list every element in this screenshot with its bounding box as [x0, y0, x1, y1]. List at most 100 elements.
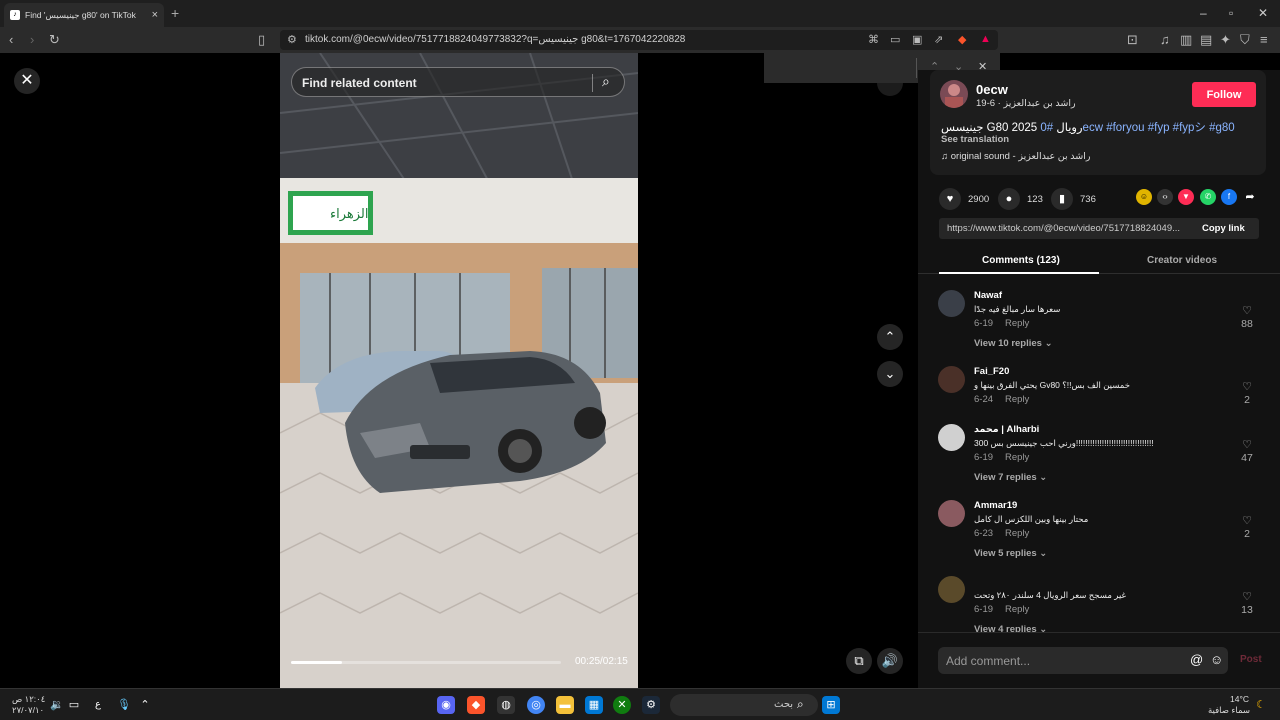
- site-info-icon[interactable]: ⚙: [287, 33, 297, 46]
- app-icon[interactable]: ◍: [497, 696, 515, 714]
- picture-in-picture-icon[interactable]: ⧉: [846, 648, 872, 674]
- comment-heart-icon[interactable]: ♡: [1238, 304, 1256, 317]
- copy-link-button[interactable]: Copy link: [1202, 223, 1245, 234]
- reply-button[interactable]: Reply: [1005, 452, 1029, 463]
- video-player[interactable]: الزهراء ⌕ 00:25/02:15: [280, 53, 638, 688]
- volume-icon[interactable]: 🔊: [877, 648, 903, 674]
- commenter-avatar[interactable]: [938, 366, 965, 393]
- new-tab-icon[interactable]: +: [171, 5, 179, 21]
- video-link[interactable]: https://www.tiktok.com/@0ecw/video/75177…: [947, 223, 1191, 234]
- leo-ai-icon[interactable]: ✦: [1220, 32, 1231, 48]
- reply-button[interactable]: Reply: [1005, 528, 1029, 539]
- search-icon[interactable]: ⌕: [602, 73, 610, 90]
- vpn-icon[interactable]: ⛉: [1240, 32, 1250, 48]
- window-close-icon[interactable]: ✕: [1258, 6, 1268, 20]
- reply-button[interactable]: Reply: [1005, 318, 1029, 329]
- show-hidden-icons-icon[interactable]: ⌃: [136, 696, 154, 714]
- commenter-name[interactable]: Nawaf: [974, 290, 1002, 301]
- see-translation-link[interactable]: See translation: [941, 134, 1009, 145]
- follow-button[interactable]: Follow: [1192, 82, 1256, 107]
- whatsapp-icon[interactable]: ✆: [1200, 189, 1216, 205]
- reply-button[interactable]: Reply: [1005, 604, 1029, 615]
- music-title[interactable]: original sound - راشد بن عبدالعزيز: [951, 151, 1091, 162]
- comment-heart-icon[interactable]: ♡: [1238, 514, 1256, 527]
- comment-heart-icon[interactable]: ♡: [1238, 590, 1256, 603]
- post-comment-button[interactable]: Post: [1240, 654, 1262, 665]
- media-icon[interactable]: ♫: [1160, 32, 1170, 48]
- commenter-name[interactable]: Ammar19: [974, 500, 1017, 511]
- tab-creator-videos[interactable]: Creator videos: [1147, 255, 1217, 266]
- maximize-icon[interactable]: ▫: [1229, 6, 1233, 20]
- save-stat[interactable]: ▮ 736: [1051, 188, 1096, 210]
- mention-icon[interactable]: @: [1190, 652, 1203, 667]
- cast-icon[interactable]: ▭: [890, 33, 900, 46]
- tab-close-icon[interactable]: ×: [152, 9, 158, 21]
- microphone-icon[interactable]: 🎙: [115, 696, 133, 714]
- next-video-icon[interactable]: ⌄: [877, 361, 903, 387]
- browser-tab[interactable]: ♪ Find 'جينيسيس g80' on TikTok ×: [4, 3, 164, 27]
- share-more-icon[interactable]: ➦: [1242, 189, 1258, 205]
- brave-shields-icon[interactable]: ◆: [958, 33, 966, 46]
- repost-icon[interactable]: ☺: [1136, 189, 1152, 205]
- facebook-icon[interactable]: f: [1221, 189, 1237, 205]
- author-username[interactable]: 0ecw: [976, 82, 1008, 97]
- music-link[interactable]: ♫ original sound - راشد بن عبدالعزيز: [941, 151, 1090, 162]
- reply-button[interactable]: Reply: [1005, 394, 1029, 405]
- bookmark-icon[interactable]: ▮: [1051, 188, 1073, 210]
- xbox-icon[interactable]: ✕: [613, 696, 631, 714]
- file-explorer-icon[interactable]: ▬: [556, 696, 574, 714]
- chrome-icon[interactable]: ◎: [527, 696, 545, 714]
- comment-heart-icon[interactable]: ♡: [1238, 438, 1256, 451]
- author-avatar[interactable]: [940, 80, 968, 108]
- back-icon[interactable]: ‹: [9, 32, 13, 48]
- comment-stat[interactable]: ● 123: [998, 188, 1043, 210]
- emoji-icon[interactable]: ☺: [1210, 652, 1223, 667]
- minimize-icon[interactable]: –: [1200, 6, 1207, 20]
- comment-heart-icon[interactable]: ♡: [1238, 380, 1256, 393]
- commenter-avatar[interactable]: [938, 500, 965, 527]
- brave-rewards-icon[interactable]: ▲: [980, 33, 991, 45]
- heart-icon[interactable]: ♥: [939, 188, 961, 210]
- view-replies-button[interactable]: View 5 replies ⌄: [974, 548, 1047, 559]
- view-replies-button[interactable]: View 7 replies ⌄: [974, 472, 1047, 483]
- forward-icon[interactable]: ›: [30, 32, 34, 48]
- send-to-friends-icon[interactable]: ▼: [1178, 189, 1194, 205]
- find-related-search[interactable]: ⌕: [291, 67, 625, 97]
- brave-icon[interactable]: ◆: [467, 696, 485, 714]
- like-stat[interactable]: ♥ 2900: [939, 188, 989, 210]
- weather-moon-icon[interactable]: ☾: [1252, 696, 1270, 714]
- commenter-name[interactable]: محمد | Alharbi: [974, 424, 1039, 435]
- language-indicator[interactable]: ع: [89, 696, 107, 714]
- tab-comments[interactable]: Comments (123): [982, 255, 1060, 266]
- translate-icon[interactable]: ⌘: [868, 33, 879, 46]
- taskbar-search[interactable]: بحث ⌕: [670, 694, 818, 716]
- network-icon[interactable]: ▭: [65, 696, 83, 714]
- comment-input[interactable]: [946, 652, 1176, 669]
- reload-icon[interactable]: ↻: [49, 32, 60, 48]
- screenshot-icon[interactable]: ⊡: [1127, 32, 1138, 48]
- comment-input-box[interactable]: @ ☺: [938, 647, 1228, 674]
- wallet-icon[interactable]: ▤: [1200, 32, 1212, 48]
- steam-icon[interactable]: ⚙: [642, 696, 660, 714]
- close-icon[interactable]: ✕: [14, 68, 40, 94]
- comment-icon[interactable]: ●: [998, 188, 1020, 210]
- video-progress-bar[interactable]: [291, 661, 561, 664]
- address-bar[interactable]: ⚙ tiktok.com/@0ecw/video/751771882404977…: [280, 30, 998, 50]
- view-replies-button[interactable]: View 10 replies ⌄: [974, 338, 1053, 349]
- commenter-avatar[interactable]: [938, 290, 965, 317]
- speaker-icon[interactable]: 🔉: [48, 696, 66, 714]
- previous-video-icon[interactable]: ⌃: [877, 324, 903, 350]
- bookmark-page-icon[interactable]: ▯: [258, 32, 265, 48]
- discord-icon[interactable]: ◉: [437, 696, 455, 714]
- windows-start-icon[interactable]: ⊞: [822, 696, 840, 714]
- sidebar-icon[interactable]: ▥: [1180, 32, 1192, 48]
- find-icon[interactable]: ▣: [912, 33, 922, 46]
- find-related-input[interactable]: [302, 74, 582, 92]
- url-text[interactable]: tiktok.com/@0ecw/video/75177188240497738…: [305, 34, 685, 45]
- embed-icon[interactable]: ‹›: [1157, 189, 1173, 205]
- store-icon[interactable]: ▦: [585, 696, 603, 714]
- commenter-avatar[interactable]: [938, 576, 965, 603]
- menu-icon[interactable]: ≡: [1260, 32, 1268, 48]
- share-page-icon[interactable]: ⇗: [934, 33, 943, 46]
- commenter-name[interactable]: Fai_F20: [974, 366, 1009, 377]
